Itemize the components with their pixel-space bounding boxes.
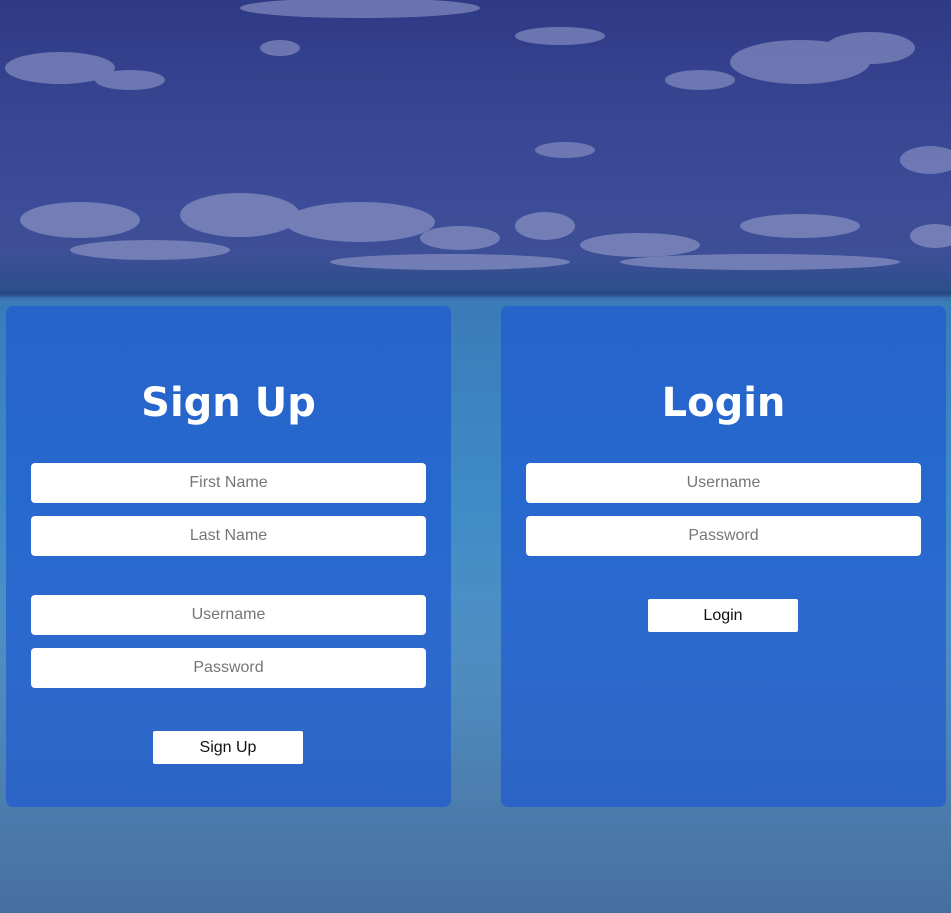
login-password-input[interactable] xyxy=(526,516,921,556)
signup-button[interactable]: Sign Up xyxy=(153,731,303,764)
sky-clouds xyxy=(5,0,951,270)
login-title: Login xyxy=(661,380,786,426)
login-button[interactable]: Login xyxy=(648,599,798,632)
signup-panel: Sign Up Sign Up xyxy=(6,306,451,807)
signup-last-name-input[interactable] xyxy=(31,516,426,556)
login-panel: Login Login xyxy=(501,306,946,807)
login-username-input[interactable] xyxy=(526,463,921,503)
signup-first-name-input[interactable] xyxy=(31,463,426,503)
horizon-line xyxy=(0,288,951,298)
signup-title: Sign Up xyxy=(141,380,316,426)
signup-username-input[interactable] xyxy=(31,595,426,635)
signup-password-input[interactable] xyxy=(31,648,426,688)
